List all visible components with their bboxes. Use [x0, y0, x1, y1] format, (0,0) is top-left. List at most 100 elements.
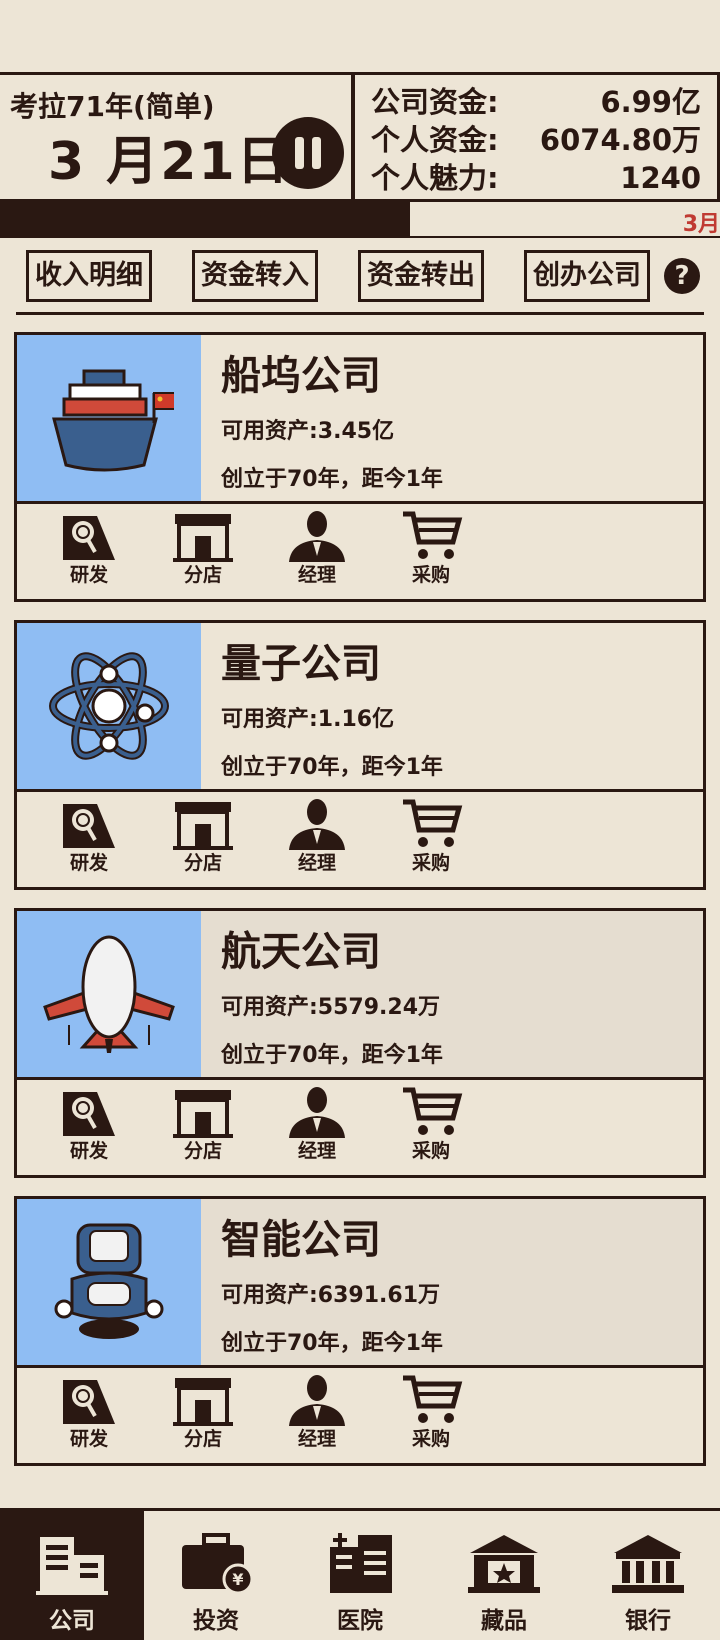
- personal-funds-row: 个人资金: 6074.80万: [371, 121, 701, 159]
- tool-label: 分店: [183, 852, 222, 874]
- research-button[interactable]: 研发: [47, 798, 131, 875]
- company-founded: 创立于70年，距今1年: [221, 467, 443, 492]
- store-button[interactable]: 分店: [161, 510, 245, 587]
- store-button[interactable]: 分店: [161, 1086, 245, 1163]
- purchase-button[interactable]: 采购: [389, 1374, 473, 1451]
- company-toolbar: 研发 分店 经理 采购: [14, 1080, 706, 1178]
- manager-button[interactable]: 经理: [275, 798, 359, 875]
- store-icon: [173, 1090, 233, 1138]
- bottom-nav: 公司 ¥ 投资 医院 藏品 银行: [0, 1508, 720, 1640]
- fund-label: 个人魅力:: [371, 161, 499, 195]
- company-card-header[interactable]: 量子公司 可用资产:1.16亿 创立于70年，距今1年: [14, 620, 706, 792]
- cart-icon: [403, 1375, 463, 1423]
- nav-label: 医院: [337, 1608, 383, 1634]
- fund-value: 6.99亿: [600, 85, 701, 119]
- manager-icon: [289, 1375, 345, 1426]
- store-icon: [173, 1378, 233, 1426]
- company-card-quantum[interactable]: 量子公司 可用资产:1.16亿 创立于70年，距今1年 研发 分店 经理 采购: [14, 620, 706, 890]
- company-card-header[interactable]: 航天公司 可用资产:5579.24万 创立于70年，距今1年: [14, 908, 706, 1080]
- income-details-button[interactable]: 收入明细: [26, 250, 152, 302]
- cart-icon: [403, 1087, 463, 1135]
- research-icon: [63, 1380, 115, 1424]
- manager-button[interactable]: 经理: [275, 510, 359, 587]
- company-toolbar: 研发 分店 经理 采购: [14, 792, 706, 890]
- company-card-shipyard[interactable]: 船坞公司 可用资产:3.45亿 创立于70年，距今1年 研发 分店 经理 采购: [14, 332, 706, 602]
- tool-label: 采购: [411, 852, 450, 874]
- manager-icon: [289, 1087, 345, 1138]
- company-card-header[interactable]: 船坞公司 可用资产:3.45亿 创立于70年，距今1年: [14, 332, 706, 504]
- nav-hospital[interactable]: 医院: [288, 1511, 432, 1640]
- company-image: [17, 911, 201, 1077]
- briefcase-icon: ¥: [182, 1533, 254, 1595]
- action-bar: 收入明细 资金转入 资金转出 创办公司 ?: [0, 250, 720, 306]
- hospital-icon: [330, 1533, 392, 1593]
- fund-label: 个人资金:: [371, 123, 499, 157]
- fund-value: 1240: [620, 161, 701, 195]
- research-button[interactable]: 研发: [47, 510, 131, 587]
- company-name: 智能公司: [221, 1217, 381, 1263]
- progress-month-label: 3月: [682, 212, 720, 237]
- atom-icon: [49, 652, 169, 760]
- tool-label: 采购: [411, 564, 450, 586]
- company-image: [17, 335, 201, 501]
- company-card-ai[interactable]: 智能公司 可用资产:6391.61万 创立于70年，距今1年 研发 分店 经理 …: [14, 1196, 706, 1466]
- manager-button[interactable]: 经理: [275, 1086, 359, 1163]
- company-image: [17, 623, 201, 789]
- store-icon: [173, 514, 233, 562]
- nav-company[interactable]: 公司: [0, 1511, 144, 1640]
- progress-fill: [0, 202, 411, 236]
- pause-icon: [295, 137, 304, 169]
- research-icon: [63, 1092, 115, 1136]
- nav-label: 藏品: [481, 1608, 527, 1634]
- pause-icon-bar: [312, 137, 321, 169]
- nav-label: 公司: [49, 1608, 95, 1634]
- research-button[interactable]: 研发: [47, 1086, 131, 1163]
- nav-invest[interactable]: ¥ 投资: [144, 1511, 288, 1640]
- company-name: 航天公司: [221, 929, 381, 975]
- tool-label: 分店: [183, 1140, 222, 1162]
- company-assets: 可用资产:6391.61万: [221, 1283, 441, 1308]
- nav-bank[interactable]: 银行: [576, 1511, 720, 1640]
- funds-in-button[interactable]: 资金转入: [192, 250, 318, 302]
- company-image: [17, 1199, 201, 1365]
- tool-label: 采购: [411, 1140, 450, 1162]
- funds-out-button[interactable]: 资金转出: [358, 250, 484, 302]
- store-icon: [173, 802, 233, 850]
- tool-label: 研发: [69, 564, 108, 586]
- nav-collection[interactable]: 藏品: [432, 1511, 576, 1640]
- tool-label: 经理: [297, 1428, 336, 1450]
- manager-icon: [289, 511, 345, 562]
- company-funds-row: 公司资金: 6.99亿: [371, 83, 701, 121]
- purchase-button[interactable]: 采购: [389, 798, 473, 875]
- company-card-header[interactable]: 智能公司 可用资产:6391.61万 创立于70年，距今1年: [14, 1196, 706, 1368]
- company-card-aerospace[interactable]: 航天公司 可用资产:5579.24万 创立于70年，距今1年 研发 分店 经理 …: [14, 908, 706, 1178]
- create-company-button[interactable]: 创办公司: [524, 250, 650, 302]
- funds-panel: 公司资金: 6.99亿 个人资金: 6074.80万 个人魅力: 1240: [352, 72, 720, 202]
- manager-button[interactable]: 经理: [275, 1374, 359, 1451]
- research-button[interactable]: 研发: [47, 1374, 131, 1451]
- robot-icon: [54, 1223, 164, 1339]
- company-assets: 可用资产:3.45亿: [221, 419, 395, 444]
- company-assets: 可用资产:5579.24万: [221, 995, 441, 1020]
- charisma-row: 个人魅力: 1240: [371, 159, 701, 197]
- svg-text:¥: ¥: [232, 1570, 243, 1589]
- store-button[interactable]: 分店: [161, 798, 245, 875]
- tool-label: 经理: [297, 852, 336, 874]
- purchase-button[interactable]: 采购: [389, 510, 473, 587]
- help-icon[interactable]: ?: [664, 258, 700, 294]
- tool-label: 研发: [69, 852, 108, 874]
- company-name: 量子公司: [221, 641, 381, 687]
- nav-label: 投资: [193, 1608, 239, 1634]
- research-icon: [63, 804, 115, 848]
- company-toolbar: 研发 分店 经理 采购: [14, 504, 706, 602]
- pause-button[interactable]: [272, 117, 344, 189]
- tool-label: 经理: [297, 564, 336, 586]
- purchase-button[interactable]: 采购: [389, 1086, 473, 1163]
- tool-label: 研发: [69, 1140, 108, 1162]
- tool-label: 分店: [183, 1428, 222, 1450]
- jet-icon: [43, 935, 175, 1053]
- store-button[interactable]: 分店: [161, 1374, 245, 1451]
- tool-label: 采购: [411, 1428, 450, 1450]
- company-founded: 创立于70年，距今1年: [221, 755, 443, 780]
- manager-icon: [289, 799, 345, 850]
